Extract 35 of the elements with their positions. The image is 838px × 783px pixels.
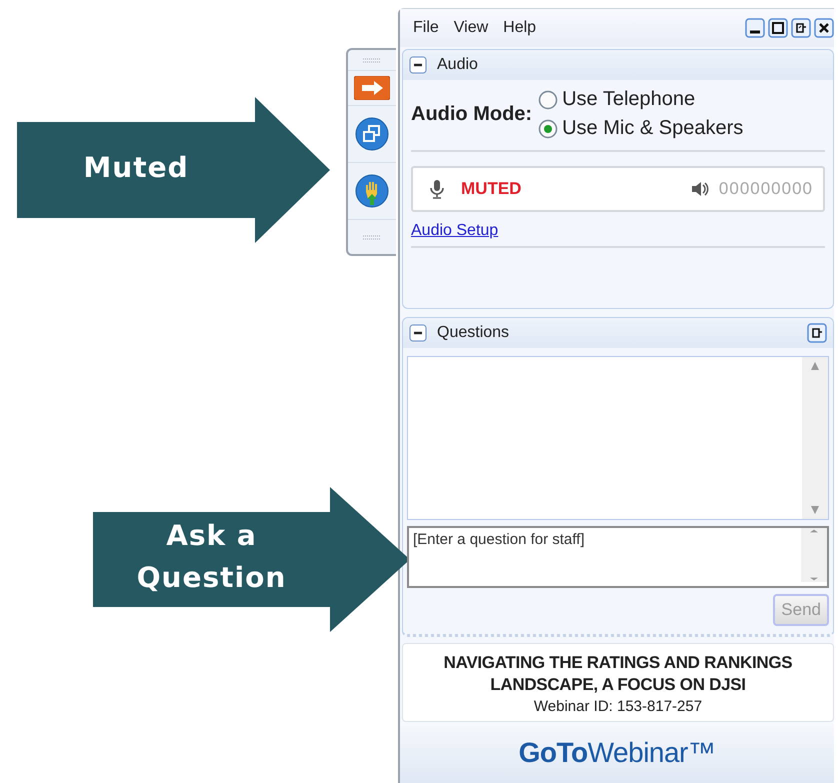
- menu-item[interactable]: Help: [503, 17, 536, 39]
- microphone-icon[interactable]: [429, 179, 445, 199]
- menu-item[interactable]: File: [413, 17, 439, 39]
- close-icon[interactable]: [814, 18, 834, 38]
- webinar-title: NAVIGATING THE RATINGS AND RANKINGS LANDSCAPE, A FOCUS ON DJSI: [442, 652, 794, 696]
- windows-icon[interactable]: [355, 117, 389, 151]
- speaker-icon: [690, 180, 709, 198]
- collapse-icon[interactable]: [409, 324, 427, 342]
- logo-text: GoToWebinar™: [518, 736, 716, 768]
- scrollbar[interactable]: [802, 357, 828, 519]
- radio-button[interactable]: [538, 90, 558, 110]
- scrollbar[interactable]: [801, 528, 827, 582]
- menu-item[interactable]: View: [454, 17, 488, 39]
- audio-mode-label: Audio Mode:: [411, 102, 532, 126]
- radio-button[interactable]: [538, 118, 558, 138]
- minimize-icon[interactable]: [745, 18, 765, 38]
- maximize-icon[interactable]: [768, 18, 788, 38]
- arrow-icon[interactable]: [354, 76, 390, 100]
- grip-icon[interactable]: [363, 58, 381, 62]
- callout-text: Ask a Question: [136, 518, 288, 596]
- radio-option[interactable]: Use Telephone: [538, 88, 744, 111]
- question-input[interactable]: [Enter a question for staff]: [407, 526, 829, 588]
- section-title: Audio: [437, 56, 478, 74]
- webinar-id: Webinar ID: 153-817-257: [534, 698, 702, 715]
- undock-icon[interactable]: [791, 18, 811, 38]
- audio-pin: 000000000: [718, 179, 813, 199]
- collapse-icon[interactable]: [409, 56, 427, 74]
- muted-status: MUTED: [461, 179, 522, 199]
- undock-icon[interactable]: [807, 323, 827, 343]
- radio-option[interactable]: Use Mic & Speakers: [538, 117, 744, 140]
- callout-text: Muted: [82, 150, 190, 186]
- raise-hand-icon[interactable]: [355, 174, 389, 208]
- audio-setup-link[interactable]: Audio Setup: [411, 222, 498, 240]
- grip-icon[interactable]: [363, 234, 381, 240]
- section-title: Questions: [437, 324, 510, 342]
